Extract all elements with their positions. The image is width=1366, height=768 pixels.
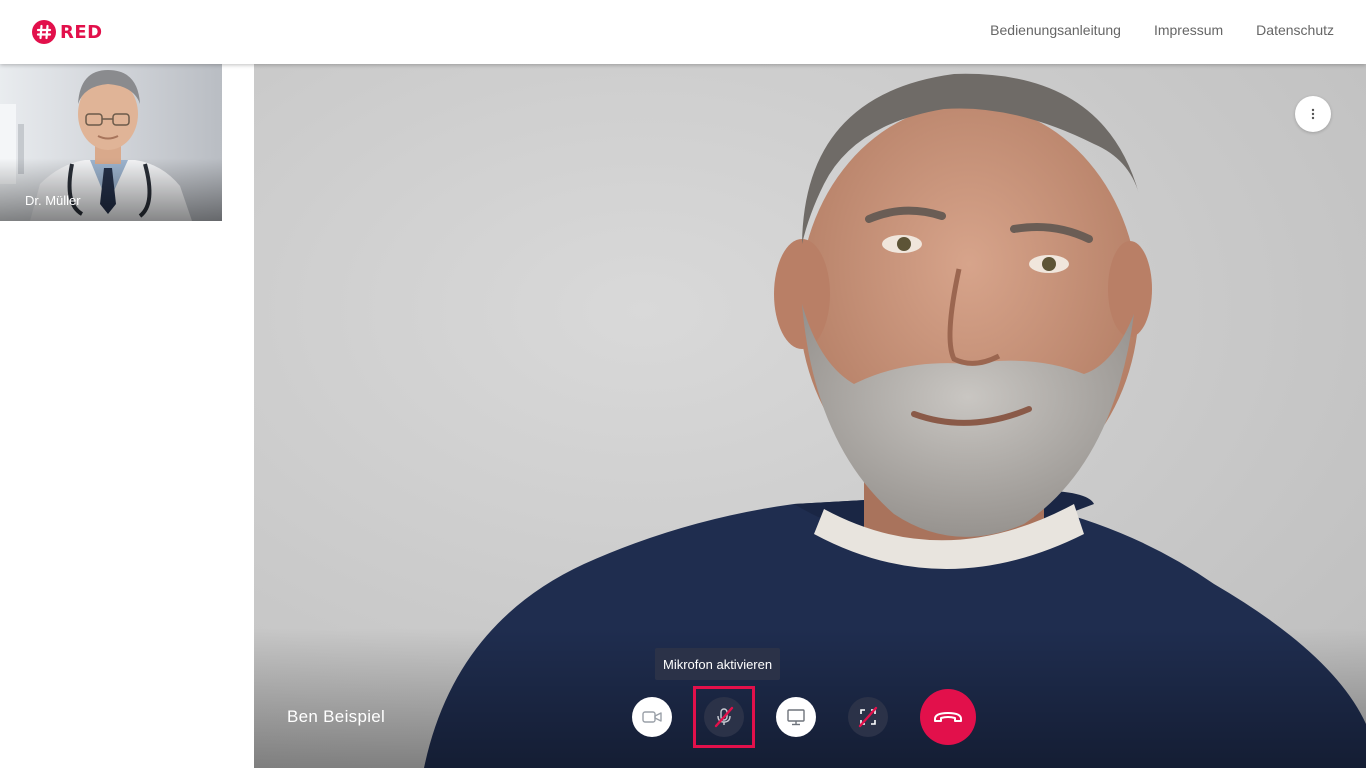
microphone-tooltip: Mikrofon aktivieren: [655, 648, 781, 680]
video-camera-icon: [642, 711, 662, 723]
nav-link-manual[interactable]: Bedienungsanleitung: [990, 22, 1121, 38]
hangup-button[interactable]: [920, 689, 976, 745]
nav-link-imprint[interactable]: Impressum: [1154, 22, 1223, 38]
participant-thumbnail[interactable]: Dr. Müller: [0, 64, 222, 221]
fullscreen-toggle-button[interactable]: [848, 697, 888, 737]
fullscreen-off-icon: [858, 706, 878, 728]
hashtag-icon: [32, 20, 56, 44]
microphone-toggle-button[interactable]: [704, 697, 744, 737]
top-nav: Bedienungsanleitung Impressum Datenschut…: [990, 22, 1334, 38]
more-options-button[interactable]: [1295, 96, 1331, 132]
thumbnail-name: Dr. Müller: [25, 193, 81, 208]
brand-logo[interactable]: RED: [32, 19, 103, 45]
camera-toggle-button[interactable]: [632, 697, 672, 737]
app-header: RED Bedienungsanleitung Impressum Datens…: [0, 0, 1366, 64]
video-bottom-gradient: [254, 628, 1366, 768]
microphone-off-icon: [714, 706, 734, 728]
monitor-icon: [787, 709, 805, 726]
nav-link-privacy[interactable]: Datenschutz: [1256, 22, 1334, 38]
more-vertical-icon: [1311, 108, 1315, 120]
brand-name: RED: [60, 21, 103, 43]
main-video: Ben Beispiel Mikrofon aktivieren: [254, 64, 1366, 768]
screenshare-button[interactable]: [776, 697, 816, 737]
participant-sidebar: Dr. Müller: [0, 64, 254, 768]
participant-name: Ben Beispiel: [287, 707, 386, 726]
phone-hangup-icon: [934, 712, 962, 722]
